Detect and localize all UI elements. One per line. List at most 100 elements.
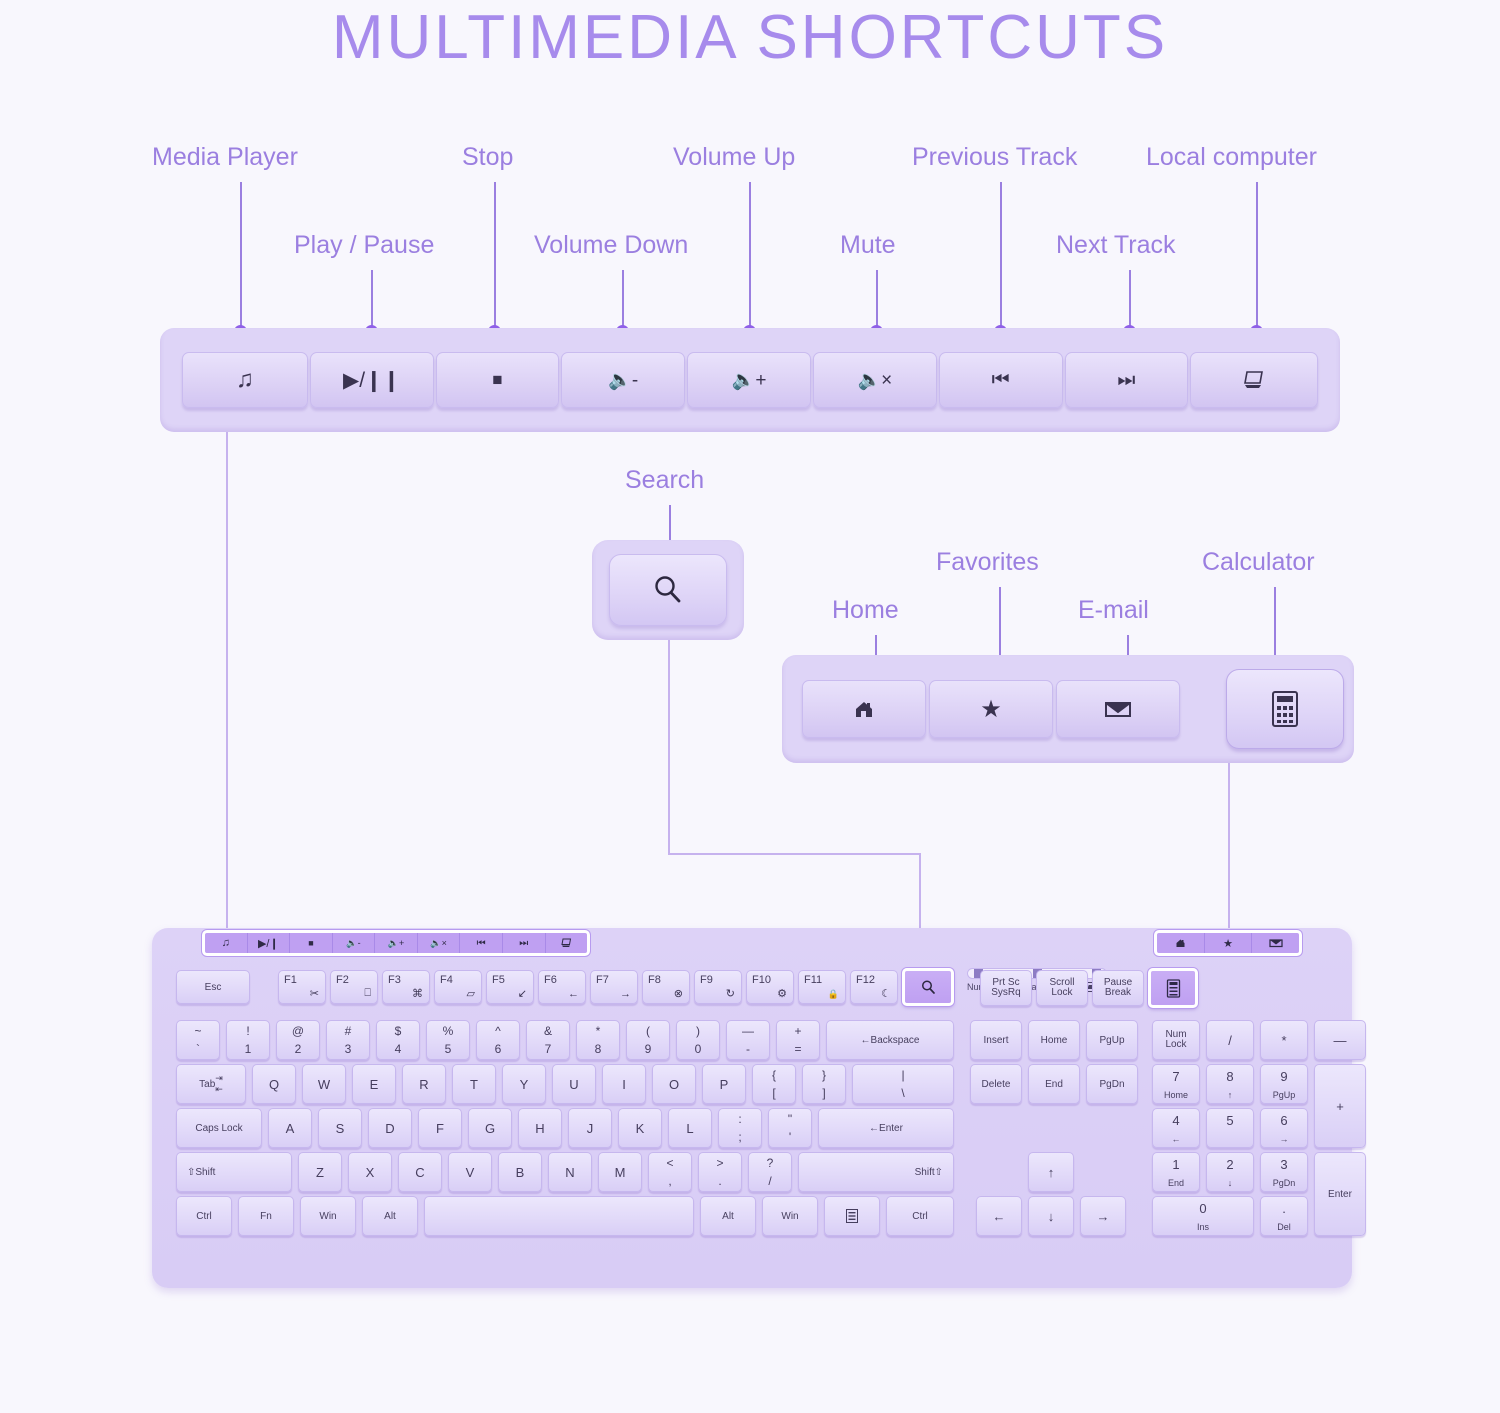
key-insert[interactable]: Insert [970,1020,1022,1060]
key-2[interactable]: @ 2 [276,1020,320,1060]
key-numpad-decimal[interactable]: . Del [1260,1196,1308,1236]
key-numpad-enter[interactable]: Enter [1314,1152,1366,1236]
key-f9[interactable]: F9 ↻ [694,970,742,1004]
key-1[interactable]: ! 1 [226,1020,270,1060]
key-g[interactable]: G [468,1108,512,1148]
key-b[interactable]: B [498,1152,542,1192]
key-arrow-right[interactable]: → [1080,1196,1126,1236]
key-slash[interactable]: ? / [748,1152,792,1192]
key-4[interactable]: $ 4 [376,1020,420,1060]
kb-media-player-key[interactable]: ♫ [205,933,248,953]
email-key[interactable] [1056,680,1180,738]
key-k[interactable]: K [618,1108,662,1148]
key-semicolon[interactable]: : ; [718,1108,762,1148]
key-f1[interactable]: F1 ✂ [278,970,326,1004]
kb-volume-down-key[interactable]: 🔈- [333,933,376,953]
kb-volume-up-key[interactable]: 🔈+ [375,933,418,953]
kb-favorites-key[interactable]: ★ [1205,933,1253,953]
key-tab[interactable]: Tab ⇥ ⇤ [176,1064,246,1104]
key-7[interactable]: & 7 [526,1020,570,1060]
kb-search-key[interactable] [902,968,954,1006]
key-shift-right[interactable]: Shift⇧ [798,1152,954,1192]
key-numpad-divide[interactable]: / [1206,1020,1254,1060]
key-z[interactable]: Z [298,1152,342,1192]
key-f8[interactable]: F8 ⊗ [642,970,690,1004]
key-numpad-2[interactable]: 2 ↓ [1206,1152,1254,1192]
key-f7[interactable]: F7 → [590,970,638,1004]
key-alt-left[interactable]: Alt [362,1196,418,1236]
kb-play-pause-key[interactable]: ▶/❙ [248,933,291,953]
key-win-left[interactable]: Win [300,1196,356,1236]
key-f2[interactable]: F2 ⎕ [330,970,378,1004]
key-end[interactable]: End [1028,1064,1080,1104]
key-p[interactable]: P [702,1064,746,1104]
key-d[interactable]: D [368,1108,412,1148]
key-numpad-minus[interactable]: — [1314,1020,1366,1060]
key-delete[interactable]: Delete [970,1064,1022,1104]
key-bracket-right[interactable]: } ] [802,1064,846,1104]
key-j[interactable]: J [568,1108,612,1148]
key-numpad-0[interactable]: 0 Ins [1152,1196,1254,1236]
key-f3[interactable]: F3 ⌘ [382,970,430,1004]
key-f5[interactable]: F5 ↙ [486,970,534,1004]
key-pause-break[interactable]: Pause Break [1092,970,1144,1006]
key-numpad-7[interactable]: 7 Home [1152,1064,1200,1104]
key-numpad-3[interactable]: 3 PgDn [1260,1152,1308,1192]
key-caps-lock[interactable]: Caps Lock [176,1108,262,1148]
key-i[interactable]: I [602,1064,646,1104]
key-home[interactable]: Home [1028,1020,1080,1060]
key-f12[interactable]: F12 ☾ [850,970,898,1004]
favorites-key[interactable]: ★ [929,680,1053,738]
key-ctrl-left[interactable]: Ctrl [176,1196,232,1236]
key-v[interactable]: V [448,1152,492,1192]
kb-previous-track-key[interactable]: ⏮ [460,933,503,953]
key-backspace[interactable]: ←Backspace [826,1020,954,1060]
key-menu[interactable] [824,1196,880,1236]
key-0[interactable]: ) 0 [676,1020,720,1060]
key-6[interactable]: ^ 6 [476,1020,520,1060]
key-m[interactable]: M [598,1152,642,1192]
key-t[interactable]: T [452,1064,496,1104]
key-f4[interactable]: F4 ▱ [434,970,482,1004]
key-pgdn[interactable]: PgDn [1086,1064,1138,1104]
key-win-right[interactable]: Win [762,1196,818,1236]
key-w[interactable]: W [302,1064,346,1104]
calculator-key[interactable] [1226,669,1344,749]
key-backslash[interactable]: | \ [852,1064,954,1104]
play-pause-key[interactable]: ▶/❙❙ [309,352,434,408]
key-numpad-multiply[interactable]: * [1260,1020,1308,1060]
kb-email-key[interactable] [1252,933,1299,953]
key-numpad-5[interactable]: 5 [1206,1108,1254,1148]
kb-mute-key[interactable]: 🔈× [418,933,461,953]
key-5[interactable]: % 5 [426,1020,470,1060]
key-e[interactable]: E [352,1064,396,1104]
key-r[interactable]: R [402,1064,446,1104]
key-pgup[interactable]: PgUp [1086,1020,1138,1060]
key-comma[interactable]: < , [648,1152,692,1192]
key-numpad-4[interactable]: 4 ← [1152,1108,1200,1148]
next-track-key[interactable]: ⏭ [1064,352,1189,408]
key-esc[interactable]: Esc [176,970,250,1004]
key-o[interactable]: O [652,1064,696,1104]
key-arrow-up[interactable]: ↑ [1028,1152,1074,1192]
key-shift-left[interactable]: ⇧Shift [176,1152,292,1192]
key-9[interactable]: ( 9 [626,1020,670,1060]
key-numpad-plus[interactable]: + [1314,1064,1366,1148]
local-computer-key[interactable] [1190,352,1319,408]
key-f[interactable]: F [418,1108,462,1148]
key-minus[interactable]: — - [726,1020,770,1060]
kb-home-key[interactable] [1157,933,1205,953]
kb-stop-key[interactable]: ■ [290,933,333,953]
volume-down-key[interactable]: 🔈- [561,352,686,408]
key-c[interactable]: C [398,1152,442,1192]
key-scroll-lock[interactable]: Scroll Lock [1036,970,1088,1006]
key-f6[interactable]: F6 ← [538,970,586,1004]
key-a[interactable]: A [268,1108,312,1148]
key-y[interactable]: Y [502,1064,546,1104]
key-equals[interactable]: + = [776,1020,820,1060]
key-alt-right[interactable]: Alt [700,1196,756,1236]
key-q[interactable]: Q [252,1064,296,1104]
key-3[interactable]: # 3 [326,1020,370,1060]
media-player-key[interactable]: ♫ [182,352,308,408]
key-numpad-1[interactable]: 1 End [1152,1152,1200,1192]
